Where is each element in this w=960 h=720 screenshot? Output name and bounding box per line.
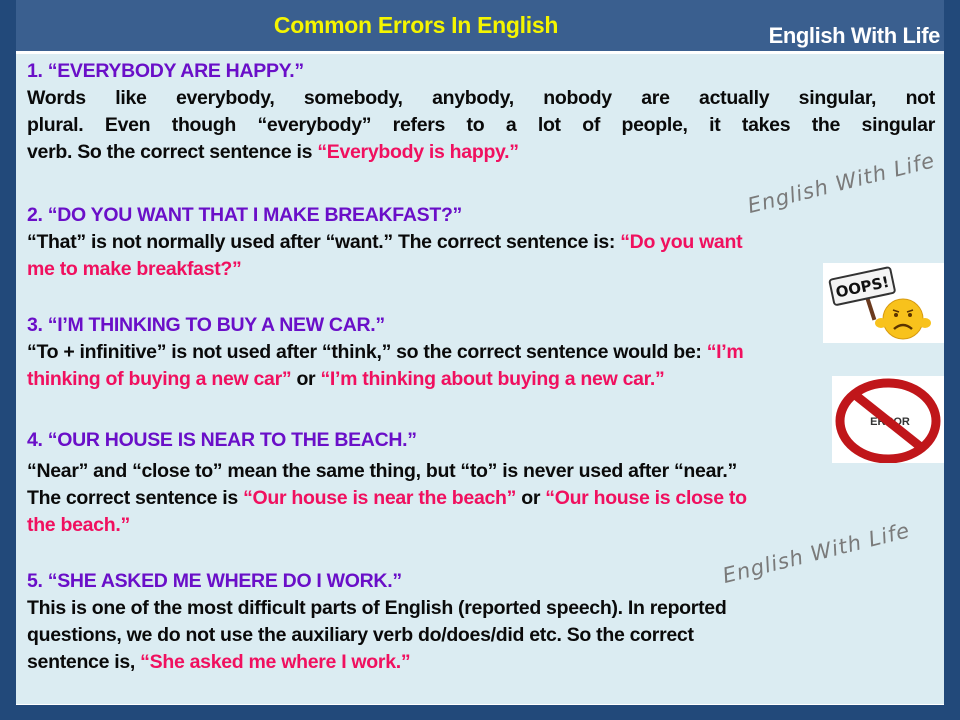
correct-sentence: “Everybody is happy.” (317, 141, 519, 163)
correct-sentence: me to make breakfast?” (27, 258, 242, 280)
content-panel: 1. “EVERYBODY ARE HAPPY.” Words like eve… (16, 54, 944, 705)
explanation-line: “That” is not normally used after “want.… (27, 229, 935, 256)
or-text: or (291, 368, 321, 390)
error-item-4: 4. “OUR HOUSE IS NEAR TO THE BEACH.” “Ne… (27, 427, 935, 539)
explanation-line: thinking of buying a new car” or “I’m th… (27, 366, 935, 393)
error-heading: 1. “EVERYBODY ARE HAPPY.” (27, 60, 304, 82)
error-item-5: 5. “SHE ASKED ME WHERE DO I WORK.” This … (27, 568, 935, 676)
explanation-line: verb. So the correct sentence is “Everyb… (27, 139, 935, 166)
correct-sentence: “I’m thinking about buying a new car.” (320, 368, 665, 390)
oops-image: OOPS! (823, 263, 944, 343)
explanation-line: Words like everybody, somebody, anybody,… (27, 87, 935, 109)
correct-sentence: “She asked me where I work.” (140, 651, 411, 673)
error-item-3: 3. “I’M THINKING TO BUY A NEW CAR.” “To … (27, 312, 935, 393)
slide-header: Common Errors In English English With Li… (16, 0, 944, 51)
error-heading: 5. “SHE ASKED ME WHERE DO I WORK.” (27, 570, 402, 592)
correct-sentence: “Our house is close to (545, 487, 747, 509)
correct-sentence: the beach.” (27, 514, 130, 536)
explanation-line: The correct sentence is “Our house is ne… (27, 485, 935, 512)
oops-sign-icon: OOPS! (828, 266, 931, 340)
correct-sentence: “Do you want (620, 231, 743, 253)
explanation-line: “To + infinitive” is not used after “thi… (27, 339, 935, 366)
explanation-text: “To + infinitive” is not used after “thi… (27, 341, 707, 363)
error-heading: 4. “OUR HOUSE IS NEAR TO THE BEACH.” (27, 429, 417, 451)
page-title: Common Errors In English (273, 12, 559, 38)
correct-sentence: “I’m (706, 341, 744, 363)
error-item-2: 2. “DO YOU WANT THAT I MAKE BREAKFAST?” … (27, 202, 935, 283)
brand-label: English With Life (768, 23, 941, 48)
correct-sentence: thinking of buying a new car” (27, 368, 292, 390)
error-heading: 3. “I’M THINKING TO BUY A NEW CAR.” (27, 314, 385, 336)
no-sign-icon: ERROR (835, 378, 941, 463)
explanation-text: verb. So the correct sentence is (27, 141, 318, 163)
explanation-text: sentence is, (27, 651, 141, 673)
explanation-text: “That” is not normally used after “want.… (27, 231, 621, 253)
correct-sentence: “Our house is near the beach” (243, 487, 517, 509)
explanation-line: plural. Even though “everybody” refers t… (27, 114, 935, 136)
explanation-line: This is one of the most difficult parts … (27, 597, 727, 619)
explanation-text: The correct sentence is (27, 487, 244, 509)
explanation-line: sentence is, “She asked me where I work.… (27, 649, 935, 676)
error-image: ERROR (832, 376, 944, 463)
explanation-line: questions, we do not use the auxiliary v… (27, 624, 694, 646)
or-text: or (516, 487, 546, 509)
explanation-line: “Near” and “close to” mean the same thin… (27, 460, 737, 482)
error-item-1: 1. “EVERYBODY ARE HAPPY.” Words like eve… (27, 58, 935, 166)
